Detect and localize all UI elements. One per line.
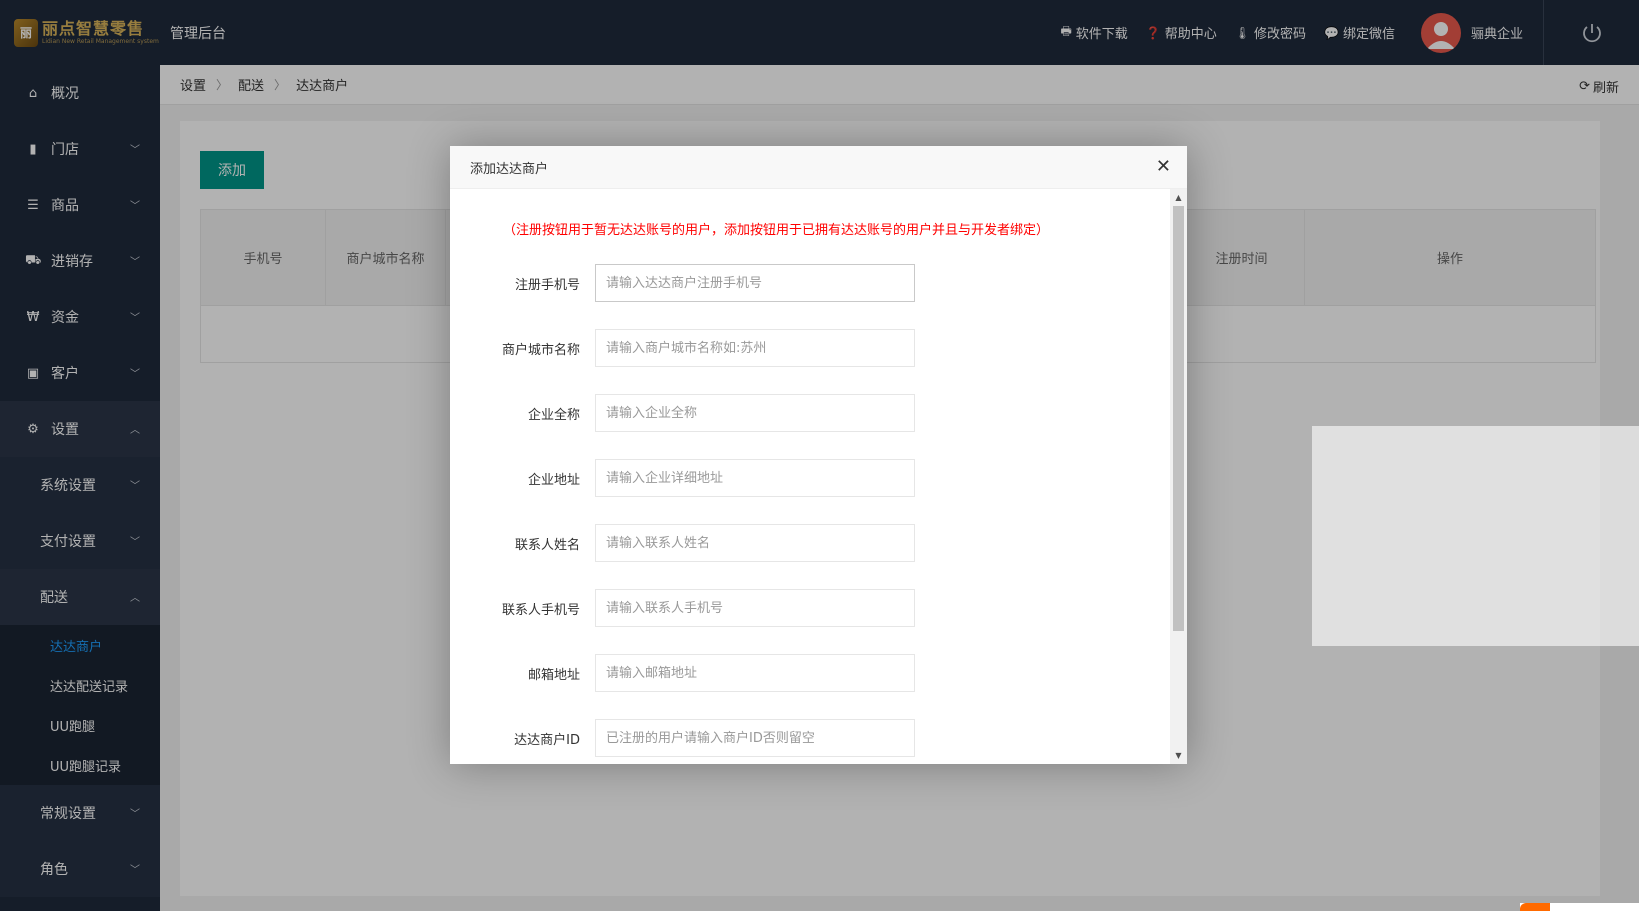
register-phone-input[interactable]: [595, 264, 915, 302]
merchant-id-label: 达达商户ID: [514, 732, 580, 748]
company-address-input[interactable]: [595, 459, 915, 497]
city-input[interactable]: [595, 329, 915, 367]
notice-text: （注册按钮用于暂无达达账号的用户，添加按钮用于已拥有达达账号的用户并且与开发者绑…: [503, 223, 1050, 238]
contact-name-input[interactable]: [595, 524, 915, 562]
form-row-company-name: 企业全称: [450, 394, 1170, 432]
scroll-down-icon[interactable]: ▼: [1170, 747, 1187, 764]
dialog-title: 添加达达商户: [470, 161, 549, 177]
city-label: 商户城市名称: [501, 342, 580, 358]
form-row-city: 商户城市名称: [450, 329, 1170, 367]
form-row-merchant-id: 达达商户ID: [450, 719, 1170, 757]
form-row-company-address: 企业地址: [450, 459, 1170, 497]
email-label: 邮箱地址: [527, 667, 580, 683]
form-row-contact-name: 联系人姓名: [450, 524, 1170, 562]
email-input[interactable]: [595, 654, 915, 692]
merchant-id-input[interactable]: [595, 719, 915, 757]
dialog-body: （注册按钮用于暂无达达账号的用户，添加按钮用于已拥有达达账号的用户并且与开发者绑…: [450, 189, 1170, 764]
company-name-label: 企业全称: [527, 407, 580, 423]
scroll-thumb[interactable]: [1173, 206, 1184, 631]
dialog-title-bar: 添加达达商户 ✕: [450, 146, 1187, 189]
corner-decoration: [1520, 903, 1639, 911]
contact-phone-label: 联系人手机号: [501, 602, 580, 618]
form-row-email: 邮箱地址: [450, 654, 1170, 692]
register-phone-label: 注册手机号: [514, 277, 580, 293]
scroll-up-icon[interactable]: ▲: [1170, 189, 1187, 206]
overlay-patch: [1312, 426, 1639, 646]
dialog-scrollbar[interactable]: ▲ ▼: [1170, 189, 1187, 764]
close-icon[interactable]: ✕: [1156, 158, 1171, 176]
company-name-input[interactable]: [595, 394, 915, 432]
form-row-contact-phone: 联系人手机号: [450, 589, 1170, 627]
company-address-label: 企业地址: [527, 472, 580, 488]
contact-phone-input[interactable]: [595, 589, 915, 627]
contact-name-label: 联系人姓名: [514, 537, 580, 553]
form-row-register-phone: 注册手机号: [450, 264, 1170, 302]
add-dada-merchant-dialog: 添加达达商户 ✕ （注册按钮用于暂无达达账号的用户，添加按钮用于已拥有达达账号的…: [450, 146, 1187, 764]
